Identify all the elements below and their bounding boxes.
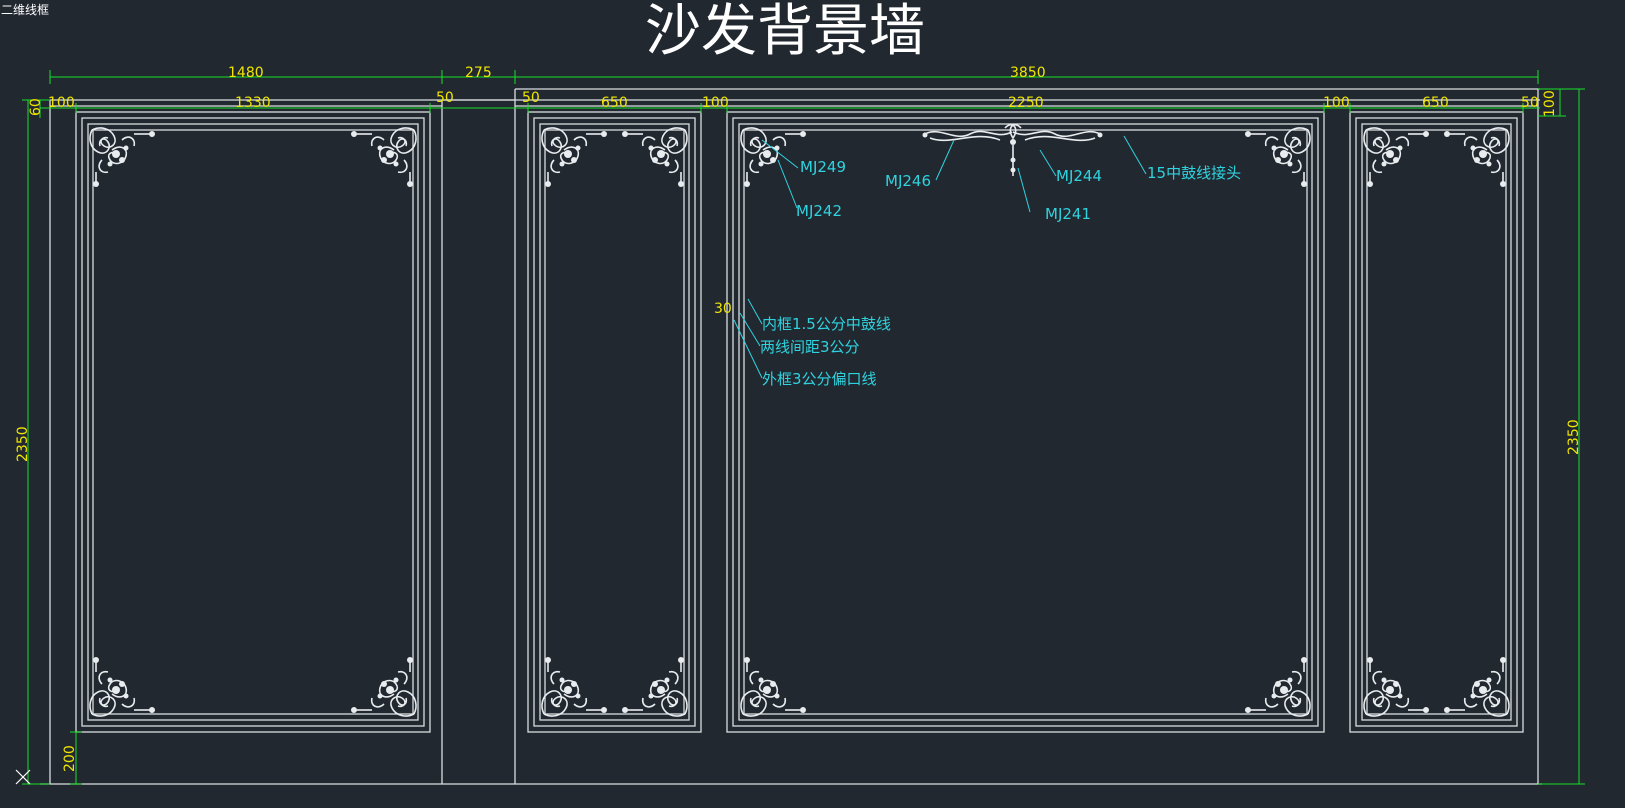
dim-50-c: 50 (1521, 95, 1539, 111)
dimension-texts: 1480 275 3850 100 1330 50 50 650 100 225… (15, 65, 1582, 772)
dim-650-b: 650 (1422, 95, 1449, 111)
dim-50-b: 50 (522, 90, 540, 106)
callout-line-spacing: 两线间距3公分 (760, 338, 860, 356)
dim-2350-right: 2350 (1566, 419, 1582, 455)
dim-200: 200 (62, 745, 78, 772)
callout-inner-frame: 内框1.5公分中鼓线 (762, 315, 891, 333)
panel-2 (527, 111, 702, 733)
callout-outer-frame: 外框3公分偏口线 (762, 370, 877, 388)
dim-100-mid: 100 (702, 95, 729, 111)
callout-mj241: MJ241 (1045, 205, 1091, 223)
dim-2350-left: 2350 (15, 426, 31, 462)
panel-1 (75, 111, 431, 733)
dim-50-a: 50 (436, 90, 454, 106)
callout-mj249: MJ249 (800, 158, 846, 176)
dim-100-left: 100 (48, 95, 75, 111)
dim-60: 60 (28, 98, 44, 116)
callout-joint: 15中鼓线接头 (1147, 164, 1241, 182)
ornaments-panel-4 (1363, 127, 1510, 717)
dim-650-a: 650 (601, 95, 628, 111)
ornaments-panel-2 (541, 127, 688, 717)
dim-100-right: 100 (1323, 95, 1350, 111)
dim-30: 30 (714, 301, 732, 317)
drawing-title: 沙发背景墙 (645, 0, 925, 64)
cad-drawing[interactable]: 沙发背景墙 1480 275 3850 100 1330 50 50 650 1… (0, 0, 1625, 808)
callout-mj244: MJ244 (1056, 167, 1102, 185)
callout-mj242: MJ242 (796, 202, 842, 220)
dim-100-vertical: 100 (1542, 90, 1558, 117)
dim-3850: 3850 (1010, 65, 1046, 81)
dim-275: 275 (465, 65, 492, 81)
dim-1330: 1330 (235, 95, 271, 111)
dim-1480: 1480 (228, 65, 264, 81)
ornaments-panel-1 (89, 127, 417, 717)
callout-mj246: MJ246 (885, 172, 931, 190)
callout-texts: MJ249 MJ242 MJ246 MJ241 MJ244 15中鼓线接头 内框… (760, 158, 1241, 388)
panel-4 (1349, 111, 1524, 733)
dim-2250: 2250 (1008, 95, 1044, 111)
